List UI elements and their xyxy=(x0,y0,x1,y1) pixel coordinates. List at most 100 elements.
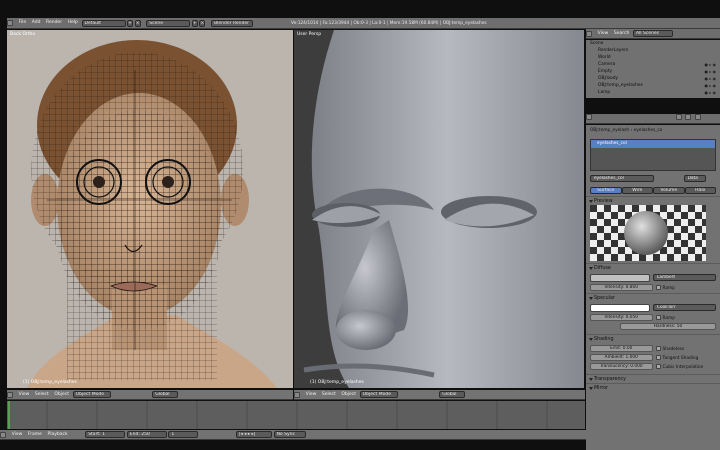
link-select[interactable]: Data xyxy=(683,175,706,182)
remove-scene-button[interactable]: × xyxy=(199,19,206,27)
menu-view[interactable]: View xyxy=(306,390,317,399)
menu-select[interactable]: Select xyxy=(322,390,336,399)
texture-tab-icon[interactable] xyxy=(685,114,692,120)
tangent-shading-checkbox[interactable] xyxy=(655,354,661,360)
diffuse-intensity-field[interactable]: Intensity: 0.800 xyxy=(590,284,653,291)
current-frame-field[interactable]: 1 xyxy=(168,431,199,438)
editor-type-icon[interactable] xyxy=(7,391,13,398)
active-object-label: (1) OBJ:temp_eyelashes xyxy=(23,380,77,385)
shading-row-3: Translucency: 0.000 Cubic Interpolation xyxy=(590,363,716,370)
viewport-user-persp[interactable]: User Persp (1) OBJ:temp_eyelashes xyxy=(294,30,584,388)
diffuse-params: Intensity: 0.800 Ramp xyxy=(590,284,716,291)
diffuse-color-swatch[interactable] xyxy=(590,274,650,282)
material-slot-list[interactable]: eyelashes_col xyxy=(590,139,716,171)
menu-view[interactable]: View xyxy=(12,430,23,439)
translucency-field[interactable]: Translucency: 0.000 xyxy=(590,363,653,370)
diffuse-shader-select[interactable]: Lambert xyxy=(653,274,716,281)
shading-row-2: Ambient: 1.000 Tangent Shading xyxy=(590,354,716,361)
timeline-ruler xyxy=(7,401,585,429)
shading-panel-header[interactable]: Shading xyxy=(586,334,720,343)
timeline-area[interactable] xyxy=(7,401,585,429)
specular-panel-header[interactable]: Specular xyxy=(586,293,720,302)
material-tab-icon[interactable] xyxy=(675,114,682,120)
mode-select[interactable]: Object Mode xyxy=(359,391,398,398)
hardness-field[interactable]: Hardness: 50 xyxy=(620,323,716,330)
orientation-select[interactable]: Global xyxy=(152,391,179,398)
menu-playback[interactable]: Playback xyxy=(48,430,68,439)
diffuse-panel-header[interactable]: Diffuse xyxy=(586,263,720,272)
editor-type-icon[interactable] xyxy=(0,431,6,438)
visibility-icon: ● ▸ ◉ xyxy=(704,62,716,67)
specular-shader-select[interactable]: CookTorr xyxy=(653,304,716,311)
menu-add[interactable]: Add xyxy=(32,18,41,27)
orientation-select[interactable]: Global xyxy=(439,391,466,398)
specular-ramp-checkbox[interactable] xyxy=(655,314,661,320)
mirror-panel-header[interactable]: Mirror xyxy=(586,383,720,392)
breadcrumb: OBJ:temp_eyelash › eyelashes_co xyxy=(590,128,663,133)
start-frame-field[interactable]: Start: 1 xyxy=(85,431,126,438)
properties-editor: OBJ:temp_eyelash › eyelashes_co eyelashe… xyxy=(586,125,720,450)
scene-select[interactable]: Scene xyxy=(146,19,191,27)
editor-type-icon[interactable] xyxy=(586,30,592,37)
shadeless-checkbox[interactable] xyxy=(655,345,661,351)
shadeless-label: Shadeless xyxy=(662,346,685,352)
editor-type-icon[interactable] xyxy=(294,391,300,398)
transparency-panel-header[interactable]: Transparency xyxy=(586,374,720,383)
material-slot-item[interactable]: eyelashes_col xyxy=(591,140,715,148)
active-object-label: (1) OBJ:temp_eyelashes xyxy=(310,380,364,385)
outliner-item[interactable]: Camera ● ▸ ◉ xyxy=(586,61,720,68)
menu-render[interactable]: Render xyxy=(46,18,62,27)
tab-halo[interactable]: Halo xyxy=(684,187,716,194)
menu-object[interactable]: Object xyxy=(54,390,69,399)
outliner-item[interactable]: OBJ:body ● ▸ ◉ xyxy=(586,75,720,82)
remove-layout-button[interactable]: × xyxy=(134,19,141,27)
display-mode-select[interactable]: All Scenes xyxy=(632,30,673,37)
menu-file[interactable]: File xyxy=(19,18,27,27)
material-preview xyxy=(590,205,706,261)
tab-surface[interactable]: Surface xyxy=(590,187,622,194)
specular-color-swatch[interactable] xyxy=(590,304,650,312)
ambient-field[interactable]: Ambient: 1.000 xyxy=(590,354,653,361)
outliner-item[interactable]: Scene xyxy=(586,40,720,47)
editor-type-icon[interactable] xyxy=(7,19,13,26)
outliner-item[interactable]: Lamp ● ▸ ◉ xyxy=(586,89,720,96)
shading-row-1: Emit: 0.00 Shadeless xyxy=(590,345,716,352)
breadcrumb-object: OBJ:temp_eyelash xyxy=(590,128,630,133)
diffuse-row: Lambert xyxy=(590,274,716,282)
cubic-interpolation-checkbox[interactable] xyxy=(655,363,661,369)
outliner-item[interactable]: OBJ:temp_eyelashes ● ▸ ◉ xyxy=(586,82,720,89)
menu-view[interactable]: View xyxy=(598,29,609,38)
menu-select[interactable]: Select xyxy=(35,390,49,399)
scene-stats: Ve:124/1014 | Fa:123/3944 | Ob:0-3 | La:… xyxy=(291,21,487,26)
specular-intensity-field[interactable]: Intensity: 0.050 xyxy=(590,314,653,321)
viewport-back-ortho[interactable]: Back Ortho (1) OBJ:temp_eyelashes xyxy=(7,30,293,388)
tab-volume[interactable]: Volume xyxy=(653,187,685,194)
mode-select[interactable]: Object Mode xyxy=(72,391,111,398)
preview-panel-header[interactable]: Preview xyxy=(586,196,720,205)
playback-controls[interactable]: |◂ ◂ ▸ ▸| xyxy=(235,431,272,438)
end-frame-field[interactable]: End: 250 xyxy=(126,431,167,438)
outliner[interactable]: Scene RenderLayers World Camera ● ▸ ◉ Emp… xyxy=(586,40,720,98)
editor-type-icon[interactable] xyxy=(586,114,592,120)
render-engine-select[interactable]: Blender Render xyxy=(211,19,254,27)
outliner-item[interactable]: World xyxy=(586,54,720,61)
menu-view[interactable]: View xyxy=(19,390,30,399)
emit-field[interactable]: Emit: 0.00 xyxy=(590,345,653,352)
menu-frame[interactable]: Frame xyxy=(28,430,42,439)
particles-tab-icon[interactable] xyxy=(694,114,701,120)
menu-object[interactable]: Object xyxy=(341,390,356,399)
menu-search[interactable]: Search xyxy=(614,29,629,38)
outliner-item[interactable]: RenderLayers xyxy=(586,47,720,54)
cubic-interpolation-label: Cubic Interpolation xyxy=(662,364,704,370)
material-name-field[interactable]: eyelashes_col xyxy=(590,175,654,182)
specular-params: Intensity: 0.050 Ramp xyxy=(590,314,716,321)
tab-wire[interactable]: Wire xyxy=(621,187,653,194)
sync-select[interactable]: No Sync xyxy=(273,431,306,438)
outliner-item[interactable]: Empty ● ▸ ◉ xyxy=(586,68,720,75)
menu-help[interactable]: Help xyxy=(68,18,78,27)
add-layout-button[interactable]: + xyxy=(127,19,134,27)
viewport-label: Back Ortho xyxy=(10,32,36,37)
diffuse-ramp-checkbox[interactable] xyxy=(655,284,661,290)
screen-layout-select[interactable]: Default xyxy=(81,19,126,27)
add-scene-button[interactable]: + xyxy=(191,19,198,27)
